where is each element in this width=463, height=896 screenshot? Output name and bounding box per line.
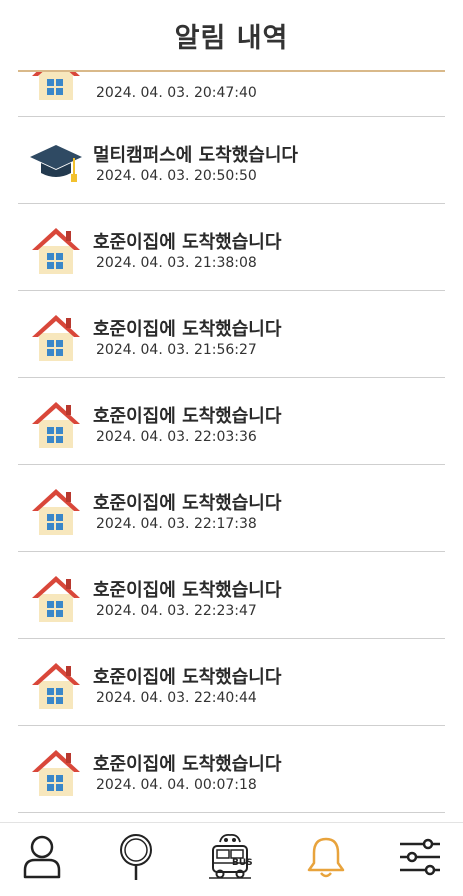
notification-title: 호준이집에 도착했습니다 [93, 580, 282, 601]
notification-title: 호준이집에 도착했습니다 [93, 232, 282, 253]
house-icon [28, 570, 84, 626]
notification-time: 2024. 04. 03. 22:17:38 [96, 516, 257, 532]
notification-title: 호준이집에 도착했습니다 [93, 667, 282, 688]
house-icon [28, 309, 84, 365]
house-icon [28, 72, 84, 104]
notification-title: 멀티캠퍼스에 도착했습니다 [93, 145, 298, 166]
graduation-cap-icon [28, 135, 84, 191]
app-header: 알림 내역 [0, 0, 463, 70]
tab-bus[interactable] [202, 831, 258, 887]
list-item[interactable]: 호준이집에 도착했습니다 2024. 04. 03. 22:03:36 [18, 378, 445, 465]
list-item[interactable]: 호준이집에 도착했습니다 2024. 04. 03. 22:17:38 [18, 465, 445, 552]
notification-title: 호준이집에 도착했습니다 [93, 493, 282, 514]
house-icon [28, 483, 84, 539]
notification-time: 2024. 04. 03. 22:23:47 [96, 603, 257, 619]
notification-title: 호준이집에 도착했습니다 [93, 319, 282, 340]
notification-time: 2024. 04. 03. 22:03:36 [96, 429, 257, 445]
bell-icon [306, 835, 346, 883]
tab-bus-stop[interactable]: BUS [108, 831, 253, 887]
tab-profile[interactable] [14, 831, 70, 887]
list-item[interactable]: 2024. 04. 03. 20:47:40 [18, 72, 445, 117]
person-icon [22, 834, 62, 884]
tab-notifications[interactable] [298, 831, 354, 887]
house-icon [28, 396, 84, 452]
notification-list[interactable]: 2024. 04. 03. 20:47:40 멀티캠퍼스에 도착했습니다 202… [0, 72, 463, 820]
notification-title: 호준이집에 도착했습니다 [93, 406, 282, 427]
tab-settings[interactable] [392, 831, 448, 887]
settings-sliders-icon [398, 837, 442, 881]
notification-time: 2024. 04. 04. 00:07:18 [96, 777, 257, 793]
list-item[interactable]: 호준이집에 도착했습니다 2024. 04. 03. 22:23:47 [18, 552, 445, 639]
bus-icon [206, 832, 254, 886]
list-item[interactable]: 호준이집에 도착했습니다 2024. 04. 03. 21:38:08 [18, 204, 445, 291]
list-item[interactable]: 호준이집에 도착했습니다 2024. 04. 04. 00:07:18 [18, 726, 445, 813]
list-item[interactable]: 멀티캠퍼스에 도착했습니다 2024. 04. 03. 20:50:50 [18, 117, 445, 204]
page-title: 알림 내역 [174, 22, 289, 54]
bus-stop-icon: BUS [116, 833, 253, 885]
notification-time: 2024. 04. 03. 20:47:40 [96, 85, 257, 101]
notification-time: 2024. 04. 03. 22:40:44 [96, 690, 257, 706]
list-item[interactable]: 호준이집에 도착했습니다 2024. 04. 03. 22:40:44 [18, 639, 445, 726]
notification-title: 호준이집에 도착했습니다 [93, 754, 282, 775]
notification-time: 2024. 04. 03. 21:38:08 [96, 255, 257, 271]
notification-time: 2024. 04. 03. 21:56:27 [96, 342, 257, 358]
bottom-tab-bar: BUS [0, 822, 463, 896]
house-icon [28, 222, 84, 278]
list-item[interactable]: 호준이집에 도착했습니다 2024. 04. 03. 21:56:27 [18, 291, 445, 378]
house-icon [28, 657, 84, 713]
house-icon [28, 744, 84, 800]
notification-time: 2024. 04. 03. 20:50:50 [96, 168, 257, 184]
